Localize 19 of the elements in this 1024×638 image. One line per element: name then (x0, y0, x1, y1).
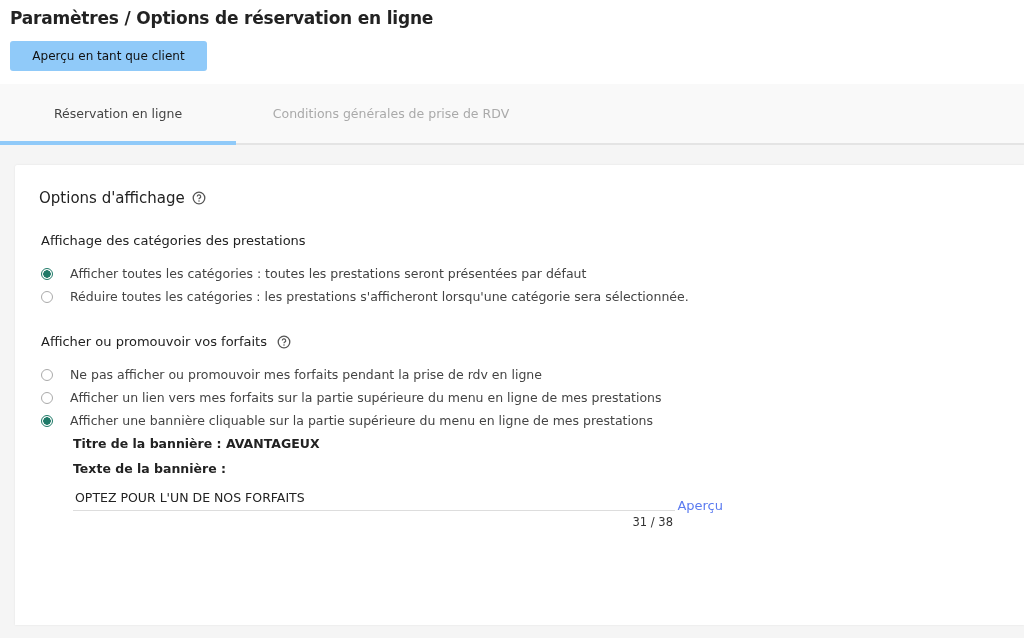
group-title: Affichage des catégories des prestations (41, 233, 306, 248)
radio-button[interactable] (41, 267, 53, 280)
group-title: Afficher ou promouvoir vos forfaits (41, 334, 267, 349)
preview-link[interactable]: Aperçu (677, 498, 723, 513)
field-label: Texte de la bannière : (73, 461, 227, 476)
option-label[interactable]: Afficher toutes les catégories : toutes les prestations seront présentées par défaut (70, 266, 587, 281)
character-counter: 31 / 38 (631, 515, 673, 529)
section-title: Options d'affichage (39, 189, 185, 207)
tab[interactable]: Réservation en ligne (0, 84, 236, 145)
banner-title: Titre de la bannière : AVANTAGEUX (73, 436, 321, 451)
help-icon[interactable] (191, 191, 206, 205)
help-icon[interactable] (276, 334, 291, 349)
radio-button[interactable] (41, 414, 53, 427)
page-title: Paramètres / Options de réservation en ligne (10, 8, 435, 28)
option-label[interactable]: Afficher une bannière cliquable sur la partie supérieure du menu en ligne de mes prestations (70, 413, 654, 428)
option-label[interactable]: Ne pas afficher ou promouvoir mes forfaits pendant la prise de rdv en ligne (70, 367, 542, 382)
preview-button[interactable]: Aperçu en tant que client (10, 41, 207, 71)
option-label[interactable]: Réduire toutes les catégories : les prestations s'afficheront lorsqu'une catégorie sera sélectionnée. (70, 289, 689, 304)
option-label[interactable]: Afficher un lien vers mes forfaits sur la partie supérieure du menu en ligne de mes prestations (70, 390, 662, 405)
